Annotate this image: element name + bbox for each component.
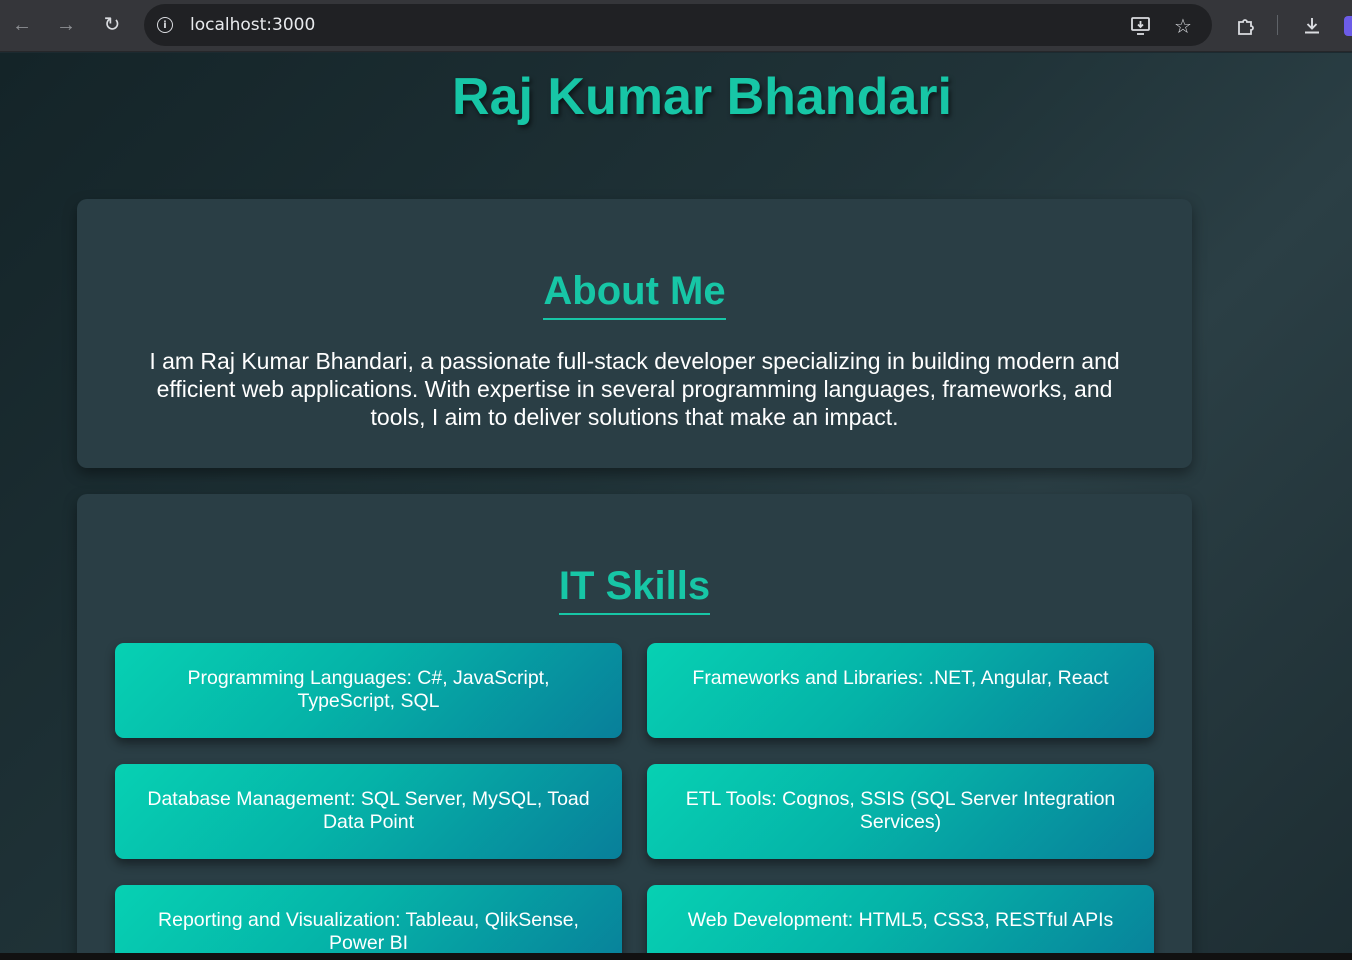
toolbar-divider xyxy=(1277,15,1278,35)
skills-section: IT Skills Programming Languages: C#, Jav… xyxy=(77,494,1192,960)
download-icon[interactable] xyxy=(1298,12,1326,40)
skill-card: Reporting and Visualization: Tableau, Ql… xyxy=(115,885,622,960)
address-bar[interactable]: i localhost:3000 ☆ xyxy=(144,4,1212,46)
about-heading: About Me xyxy=(543,269,726,320)
browser-toolbar: ← → ↻ i localhost:3000 ☆ xyxy=(0,0,1352,52)
skill-card: Web Development: HTML5, CSS3, RESTful AP… xyxy=(647,885,1154,960)
forward-arrow-icon[interactable]: → xyxy=(50,10,82,40)
skill-card: Frameworks and Libraries: .NET, Angular,… xyxy=(647,643,1154,738)
about-text: I am Raj Kumar Bhandari, a passionate fu… xyxy=(149,348,1120,430)
star-icon[interactable]: ☆ xyxy=(1170,13,1196,39)
window-bottom-edge xyxy=(0,953,1352,960)
install-app-icon[interactable] xyxy=(1128,13,1154,39)
page-title: Raj Kumar Bhandari xyxy=(452,68,952,126)
puzzle-icon[interactable] xyxy=(1232,12,1260,40)
back-arrow-icon[interactable]: ← xyxy=(6,10,38,40)
skill-card: ETL Tools: Cognos, SSIS (SQL Server Inte… xyxy=(647,764,1154,859)
skills-heading: IT Skills xyxy=(558,564,711,615)
reload-icon[interactable]: ↻ xyxy=(96,10,128,40)
about-section: About Me I am Raj Kumar Bhandari, a pass… xyxy=(77,199,1192,468)
skill-card: Database Management: SQL Server, MySQL, … xyxy=(115,764,622,859)
page-content: Raj Kumar Bhandari About Me I am Raj Kum… xyxy=(0,53,1352,960)
url-text[interactable]: localhost:3000 xyxy=(190,15,315,35)
skill-card: Programming Languages: C#, JavaScript, T… xyxy=(115,643,622,738)
profile-avatar[interactable] xyxy=(1344,16,1352,36)
info-icon[interactable]: i xyxy=(154,14,176,36)
